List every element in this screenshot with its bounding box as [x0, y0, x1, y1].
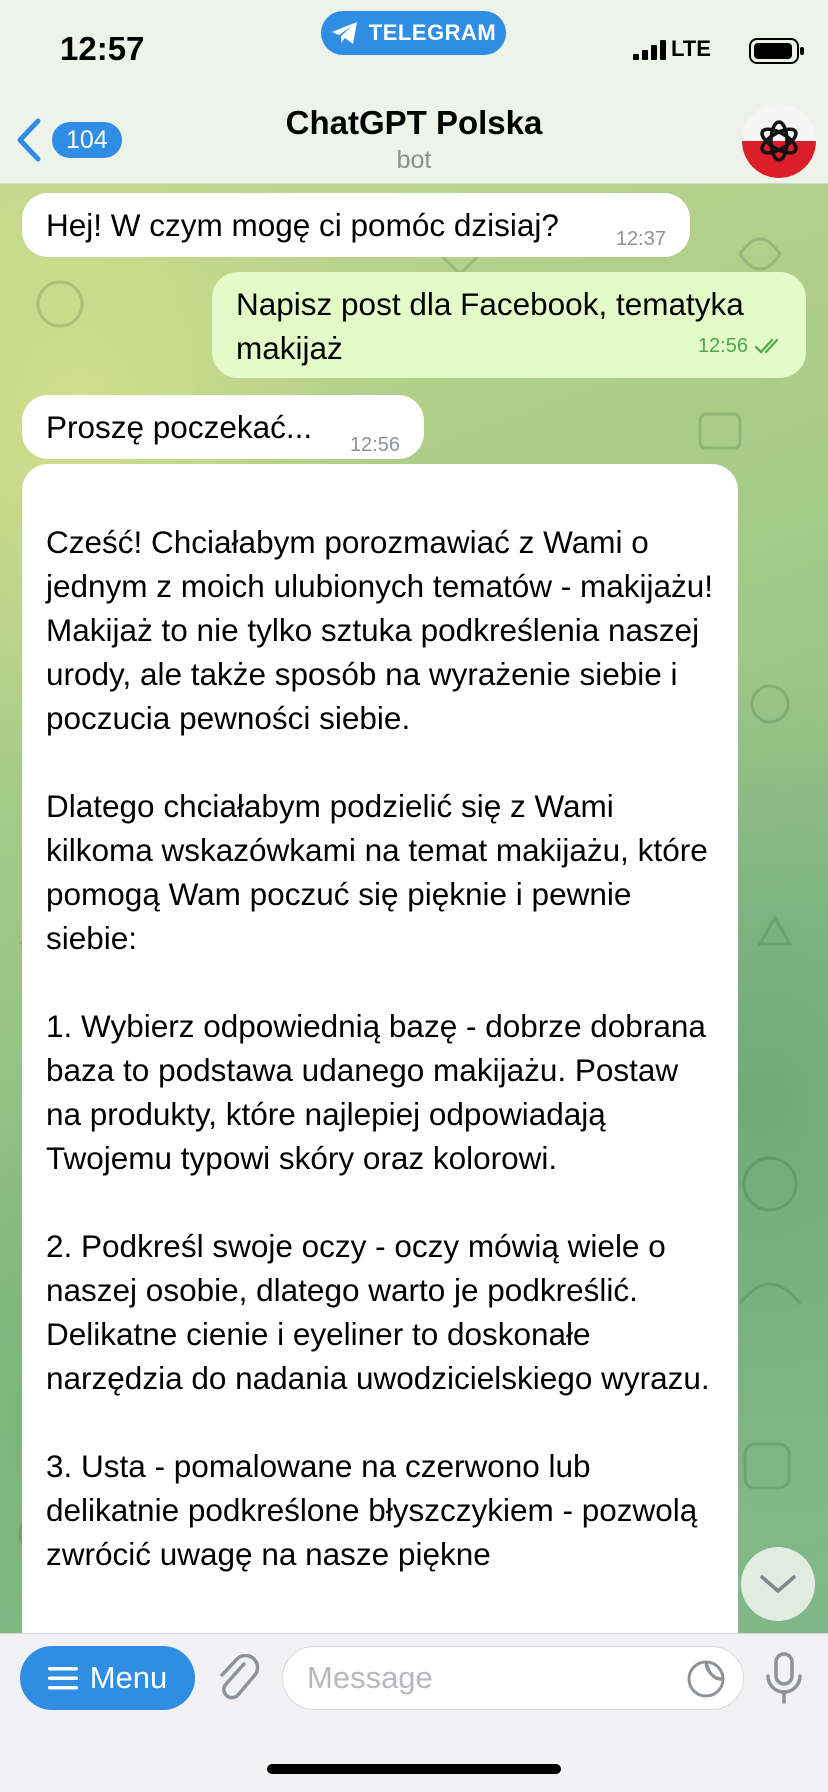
- telegram-app-pill[interactable]: TELEGRAM: [321, 11, 506, 55]
- message-text: Proszę poczekać...: [46, 409, 313, 445]
- menu-button-label: Menu: [89, 1660, 168, 1695]
- bot-menu-button[interactable]: Menu: [20, 1646, 195, 1710]
- openai-logo-icon: [742, 104, 816, 178]
- network-type: LTE: [671, 36, 711, 61]
- signal-icon: [633, 40, 666, 60]
- battery-icon: [749, 38, 804, 64]
- message-bubble-incoming[interactable]: Proszę poczekać... 12:56: [22, 395, 424, 459]
- scroll-to-bottom-button[interactable]: [741, 1547, 815, 1621]
- status-time: 12:57: [60, 30, 145, 67]
- chat-header: 12:57 TELEGRAM LTE 104 ChatGPT Polska bo…: [0, 0, 828, 184]
- double-check-icon: [754, 338, 779, 354]
- status-icons: LTE: [628, 36, 828, 66]
- message-bubble-incoming[interactable]: Hej! W czym mogę ci pomóc dzisiaj? 12:37: [22, 193, 690, 257]
- home-indicator: [267, 1764, 561, 1774]
- telegram-pill-label: TELEGRAM: [368, 20, 497, 45]
- chat-subtitle: bot: [396, 146, 432, 174]
- bot-avatar[interactable]: [742, 104, 816, 178]
- chevron-down-icon: [760, 1575, 796, 1593]
- message-status: 12:56: [698, 324, 784, 368]
- message-bubble-incoming[interactable]: Cześć! Chciałabym porozmawiać z Wami o j…: [22, 464, 738, 1764]
- message-time: 12:56: [349, 434, 400, 456]
- message-text: Cześć! Chciałabym porozmawiać z Wami o j…: [46, 524, 714, 1572]
- paperclip-icon[interactable]: [214, 1654, 262, 1704]
- message-time: 12:37: [615, 228, 666, 250]
- chat-title[interactable]: ChatGPT Polska: [0, 104, 828, 142]
- message-time: 12:56: [697, 335, 748, 357]
- sticker-icon[interactable]: [686, 1659, 726, 1699]
- hamburger-icon: [47, 1667, 78, 1690]
- telegram-plane-icon: [331, 22, 357, 44]
- microphone-icon[interactable]: [764, 1652, 804, 1706]
- message-bubble-outgoing[interactable]: Napisz post dla Facebook, tematyka makij…: [212, 272, 806, 378]
- message-text: Hej! W czym mogę ci pomóc dzisiaj?: [46, 207, 559, 243]
- message-input[interactable]: [282, 1646, 744, 1710]
